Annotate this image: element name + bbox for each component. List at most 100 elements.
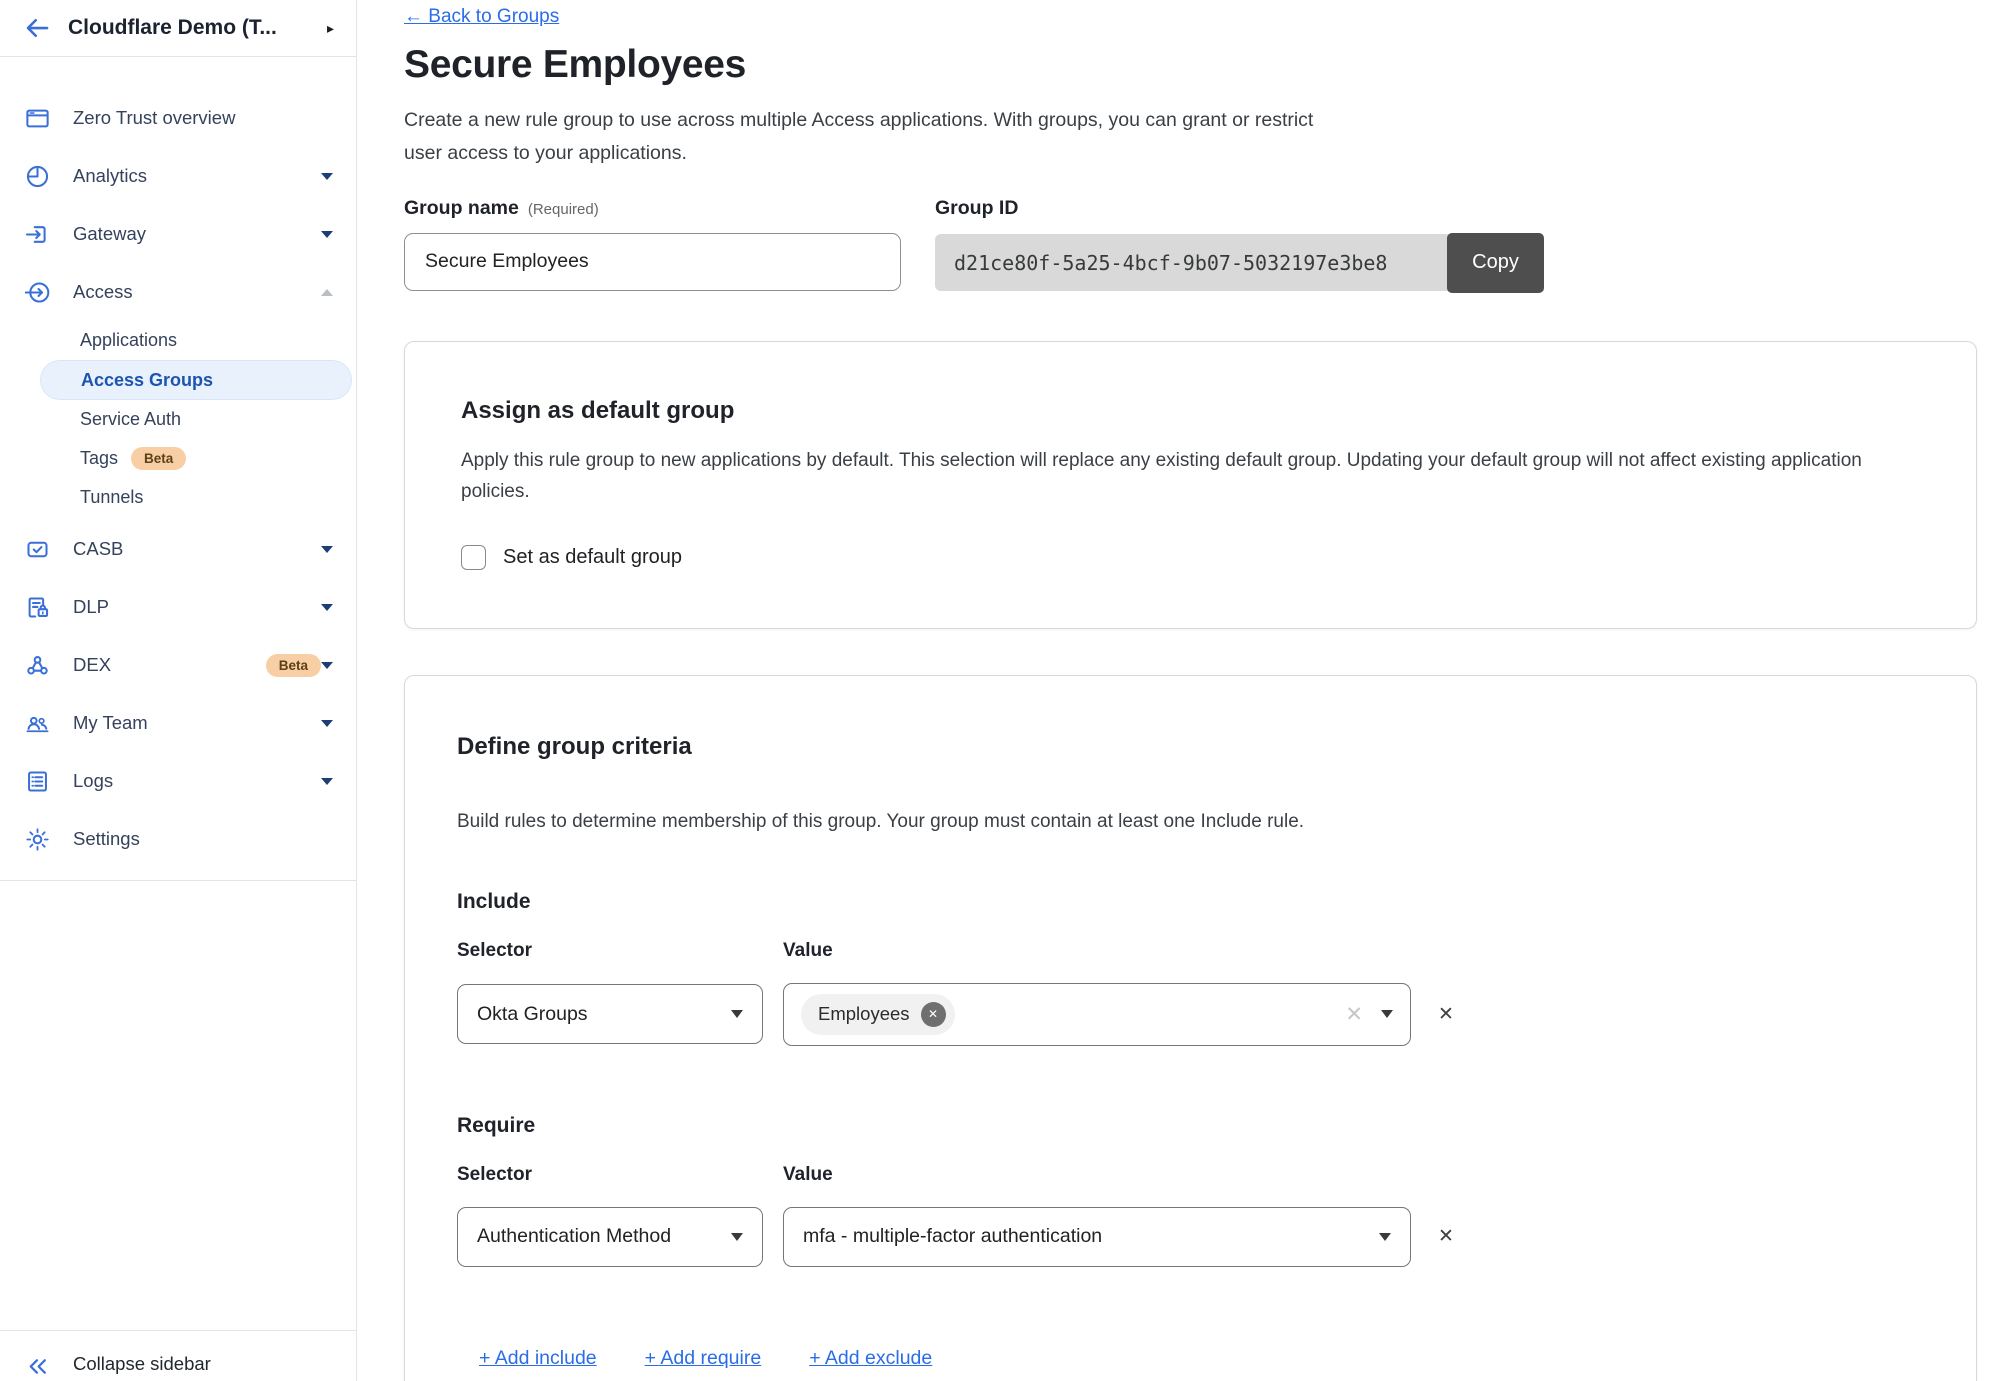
collapse-sidebar-button[interactable]: Collapse sidebar: [0, 1330, 356, 1381]
sidebar-item-label: Applications: [80, 330, 177, 351]
access-icon: [24, 279, 51, 306]
document-lock-icon: [24, 594, 51, 621]
chevron-down-icon: [731, 1233, 743, 1241]
logs-icon: [24, 768, 51, 795]
people-icon: [24, 710, 51, 737]
sidebar-divider: [0, 880, 356, 881]
zero-trust-dashboard: Cloudflare Demo (T... ▸ Zero Trust overv…: [0, 0, 1999, 1381]
sidebar-item-dlp[interactable]: DLP: [0, 578, 356, 636]
chevron-down-icon: [321, 778, 333, 785]
sidebar-item-label: Logs: [73, 770, 321, 792]
sidebar-item-label: Access: [73, 281, 321, 303]
group-id-label: Group ID: [935, 197, 1544, 220]
group-name-label: Group name(Required): [404, 197, 901, 220]
beta-badge: Beta: [131, 447, 186, 470]
sidebar-item-label: Access Groups: [81, 370, 213, 391]
sidebar-item-label: Analytics: [73, 165, 321, 187]
chevron-down-icon: [321, 662, 333, 669]
back-arrow-icon[interactable]: [22, 13, 52, 43]
criteria-card-title: Define group criteria: [457, 733, 1924, 761]
page-title: Secure Employees: [404, 43, 1999, 87]
sidebar-item-label: Tunnels: [80, 487, 143, 508]
clear-values-icon[interactable]: ✕: [1345, 1002, 1363, 1027]
sidebar-item-settings[interactable]: Settings: [0, 810, 356, 868]
group-fields-row: Group name(Required) Group ID d21ce80f-5…: [404, 197, 1999, 293]
chevron-up-icon: [321, 289, 333, 296]
group-name-field: Group name(Required): [404, 197, 901, 293]
require-rule-row: Authentication Method mfa - multiple-fac…: [457, 1207, 1924, 1267]
collapse-chevrons-icon: [24, 1353, 51, 1380]
main-content: ← Back to Groups Secure Employees Create…: [358, 0, 1999, 1381]
include-value-label: Value: [783, 940, 833, 962]
sidebar-item-dex[interactable]: DEX Beta: [0, 636, 356, 694]
include-rule-row: Okta Groups Employees ✕ ✕ ✕: [457, 983, 1924, 1046]
include-value-multiselect[interactable]: Employees ✕ ✕: [783, 983, 1411, 1046]
include-selector-label: Selector: [457, 940, 783, 962]
default-group-card-body: Apply this rule group to new application…: [461, 445, 1920, 507]
gear-icon: [24, 826, 51, 853]
account-expand-icon[interactable]: ▸: [327, 20, 334, 37]
sidebar-item-label: DEX: [73, 654, 253, 676]
require-heading: Require: [457, 1114, 1924, 1138]
sidebar-item-access[interactable]: Access: [0, 263, 356, 321]
sidebar-item-analytics[interactable]: Analytics: [0, 147, 356, 205]
add-require-link[interactable]: + Add require: [645, 1347, 762, 1370]
pie-chart-icon: [24, 163, 51, 190]
sidebar-header: Cloudflare Demo (T... ▸: [0, 0, 356, 57]
casb-icon: [24, 536, 51, 563]
chevron-down-icon: [321, 231, 333, 238]
include-selector-dropdown[interactable]: Okta Groups: [457, 984, 763, 1044]
require-selector-label: Selector: [457, 1164, 783, 1186]
page-description: Create a new rule group to use across mu…: [404, 104, 1354, 170]
group-criteria-card: Define group criteria Build rules to det…: [404, 675, 1977, 1381]
include-heading: Include: [457, 890, 1924, 914]
group-id-value: d21ce80f-5a25-4bcf-9b07-5032197e3be8: [935, 234, 1452, 291]
beta-badge: Beta: [266, 654, 321, 677]
set-default-group-label: Set as default group: [503, 546, 682, 569]
copy-button[interactable]: Copy: [1447, 233, 1544, 293]
default-group-card: Assign as default group Apply this rule …: [404, 341, 1977, 629]
network-nodes-icon: [24, 652, 51, 679]
add-rule-links: + Add include + Add require + Add exclud…: [457, 1347, 1924, 1370]
group-name-input[interactable]: [404, 233, 901, 291]
chevron-down-icon: [321, 720, 333, 727]
chip-remove-icon[interactable]: ✕: [921, 1002, 946, 1027]
sidebar-item-access-groups[interactable]: Access Groups: [40, 360, 352, 400]
sidebar-item-service-auth[interactable]: Service Auth: [0, 400, 356, 439]
require-selector-dropdown[interactable]: Authentication Method: [457, 1207, 763, 1267]
value-chip: Employees ✕: [801, 994, 955, 1035]
sidebar-item-logs[interactable]: Logs: [0, 752, 356, 810]
sidebar-item-casb[interactable]: CASB: [0, 520, 356, 578]
gateway-icon: [24, 221, 51, 248]
set-default-group-checkbox[interactable]: [461, 545, 486, 570]
sidebar: Cloudflare Demo (T... ▸ Zero Trust overv…: [0, 0, 357, 1381]
require-value-dropdown[interactable]: mfa - multiple-factor authentication: [783, 1207, 1411, 1267]
sidebar-item-applications[interactable]: Applications: [0, 321, 356, 360]
sidebar-item-label: CASB: [73, 538, 321, 560]
remove-include-rule-icon[interactable]: ✕: [1438, 1003, 1454, 1026]
group-id-field: Group ID d21ce80f-5a25-4bcf-9b07-5032197…: [935, 197, 1544, 293]
collapse-sidebar-label: Collapse sidebar: [73, 1353, 211, 1375]
remove-require-rule-icon[interactable]: ✕: [1438, 1225, 1454, 1248]
back-to-groups-link[interactable]: ← Back to Groups: [404, 6, 559, 28]
sidebar-item-zero-trust-overview[interactable]: Zero Trust overview: [0, 89, 356, 147]
sidebar-item-label: DLP: [73, 596, 321, 618]
chevron-down-icon: [1379, 1233, 1391, 1241]
chevron-down-icon: [321, 546, 333, 553]
account-name[interactable]: Cloudflare Demo (T...: [68, 16, 319, 40]
required-hint: (Required): [528, 201, 599, 218]
sidebar-item-my-team[interactable]: My Team: [0, 694, 356, 752]
default-group-card-title: Assign as default group: [461, 397, 1920, 425]
add-include-link[interactable]: + Add include: [479, 1347, 597, 1370]
chevron-down-icon: [321, 173, 333, 180]
access-submenu: Applications Access Groups Service Auth …: [0, 321, 356, 517]
sidebar-item-tunnels[interactable]: Tunnels: [0, 478, 356, 517]
sidebar-item-label: Settings: [73, 828, 333, 850]
sidebar-item-tags[interactable]: Tags Beta: [0, 439, 356, 478]
add-exclude-link[interactable]: + Add exclude: [809, 1347, 932, 1370]
require-value-label: Value: [783, 1164, 833, 1186]
criteria-card-body: Build rules to determine membership of t…: [457, 811, 1924, 833]
window-icon: [24, 105, 51, 132]
sidebar-item-gateway[interactable]: Gateway: [0, 205, 356, 263]
sidebar-item-label: Tags: [80, 448, 118, 469]
